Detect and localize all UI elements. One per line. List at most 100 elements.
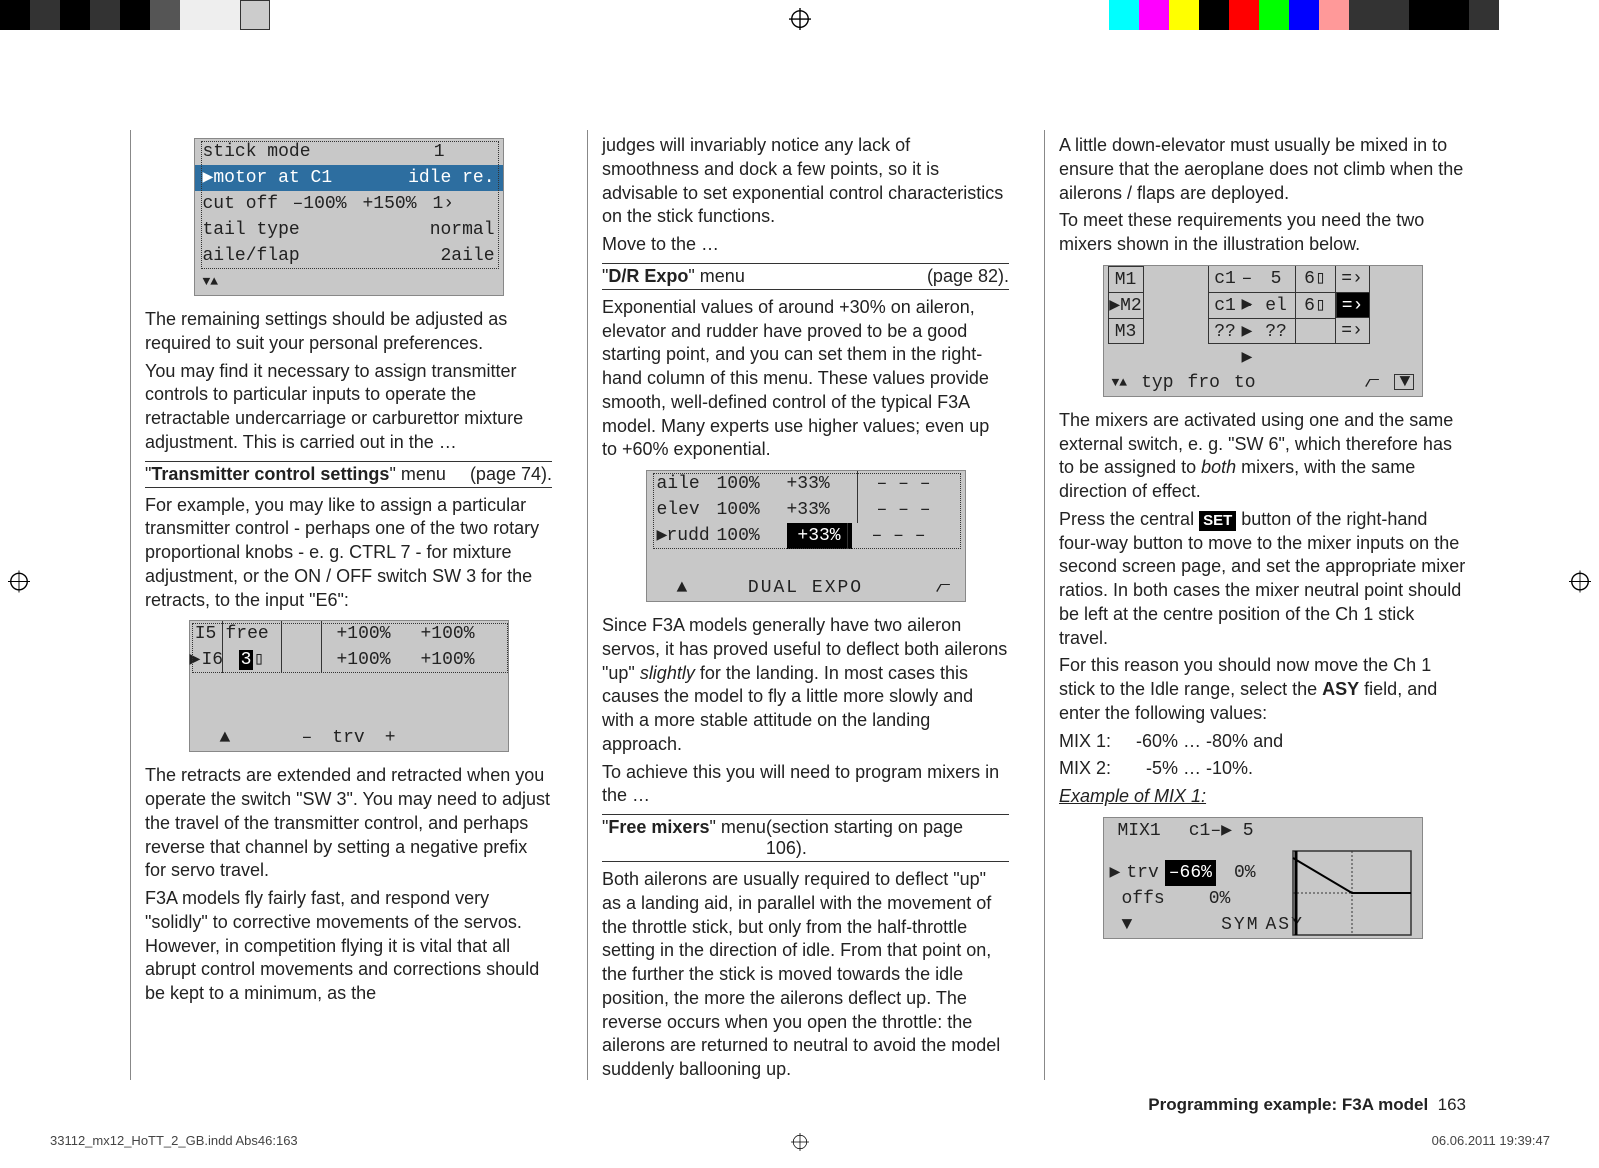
lcd-cell: – – – (872, 523, 926, 549)
body-text: To meet these requirements you need the … (1059, 209, 1466, 257)
lcd-cell: I6 (202, 647, 222, 673)
lcd-cell: –66% (1165, 860, 1216, 886)
lcd-cell: M3 (1108, 318, 1144, 344)
lcd-cell: +100% (406, 647, 490, 673)
body-text: F3A models fly fairly fast, and respond … (145, 887, 552, 1006)
lcd-cell: 0% (1209, 886, 1231, 912)
pointer-icon: ▶ (190, 647, 202, 673)
lcd-cell: ?? (1208, 318, 1242, 344)
lcd-cell: 100% (717, 471, 787, 497)
body-text: You may find it necessary to assign tran… (145, 360, 552, 455)
nav-arrows-icon: ▼▲ (203, 269, 219, 295)
menu-reference-line: "Free mixers" menu (section starting on … (602, 814, 1009, 862)
page-reference: (section starting on page 106). (766, 817, 1009, 859)
curve-icon: ⦧ (936, 575, 953, 601)
lcd-cell: el (1258, 292, 1296, 318)
lcd-cell: M1 (1108, 266, 1144, 292)
lcd-cell: +100% (322, 621, 406, 647)
menu-name: "Free mixers" menu (602, 817, 766, 859)
lcd-label: tail type (203, 217, 430, 243)
body-text: The remaining settings should be adjuste… (145, 308, 552, 356)
body-text: Since F3A models generally have two aile… (602, 614, 1009, 757)
lcd-footer: + (385, 725, 396, 751)
mix-value-line: MIX 2: -5% … -10%. (1059, 757, 1466, 781)
lcd-value: normal (430, 217, 495, 243)
lcd-free-mixers: M1 c1 –▶ 5 6▯ =› ▶M2 c1 –▶ el 6▯ =› M3 ?… (1103, 265, 1423, 397)
nav-arrows-icon: ▼▲ (1112, 370, 1128, 396)
indesign-filename: 33112_mx12_HoTT_2_GB.indd Abs46:163 (50, 1133, 298, 1148)
column-1: stick mode1 ▶motor at C1idle re. cut off… (130, 130, 552, 1080)
menu-name: "D/R Expo" menu (602, 266, 745, 287)
lcd-cell: trv (1126, 860, 1158, 886)
lcd-cell: =› (1336, 318, 1370, 344)
arrow-icon: –▶ (1242, 292, 1258, 318)
lcd-value: idle re. (408, 165, 494, 191)
down-arrow-icon: ▼ (1122, 912, 1133, 938)
arrow-icon: –▶ (1242, 266, 1258, 292)
lcd-footer: trv (332, 725, 364, 751)
lcd-value: +150% (363, 191, 433, 217)
example-heading: Example of MIX 1: (1059, 785, 1466, 809)
lcd-label: aile/flap (203, 243, 441, 269)
lcd-cell (282, 621, 322, 647)
pointer-icon: ▶ (657, 523, 667, 549)
print-meta-bar: 33112_mx12_HoTT_2_GB.indd Abs46:163 06.0… (50, 1133, 1550, 1148)
print-color-bar-right (1109, 0, 1499, 30)
up-arrow-icon: ▲ (677, 575, 690, 601)
lcd-cell: 6▯ (1296, 266, 1336, 292)
pointer-icon: ▶ (203, 165, 214, 191)
curve-icon: ⦧ (1365, 370, 1380, 396)
lcd-cell (1296, 318, 1336, 344)
lcd-footer: – (301, 725, 312, 751)
lcd-footer: typ (1141, 370, 1173, 396)
menu-reference-line: "Transmitter control settings" menu (pag… (145, 461, 552, 488)
body-text: Move to the … (602, 233, 1009, 257)
lcd-cell: I5 (190, 621, 222, 647)
lcd-cell: +33% (787, 497, 857, 523)
lcd-footer: to (1234, 370, 1256, 396)
lcd-cell: c1 (1208, 292, 1242, 318)
lcd-cell: MIX1 (1118, 818, 1161, 844)
lcd-cell: – – – (877, 471, 931, 497)
lcd-value: –100% (293, 191, 363, 217)
lcd-footer: DUAL EXPO (748, 575, 863, 601)
lcd-cell: =› (1336, 266, 1370, 292)
lcd-cell: 100% (717, 497, 787, 523)
lcd-cell: 5 (1258, 266, 1296, 292)
lcd-value: 2aile (440, 243, 494, 269)
lcd-cell: +100% (406, 621, 490, 647)
column-3: A little down-elevator must usually be m… (1044, 130, 1466, 1080)
up-arrow-icon: ▲ (220, 725, 231, 751)
print-timestamp: 06.06.2011 19:39:47 (1432, 1133, 1550, 1148)
lcd-cell: c1 (1208, 266, 1242, 292)
lcd-cell: +33% (787, 523, 852, 549)
lcd-cell: +33% (787, 471, 857, 497)
page-footer: Programming example: F3A model 163 (1148, 1095, 1466, 1115)
page-reference: (page 82). (927, 266, 1009, 287)
body-text: A little down-elevator must usually be m… (1059, 134, 1466, 205)
body-text: For example, you may like to assign a pa… (145, 494, 552, 613)
registration-mark-left (8, 571, 30, 598)
lcd-cell: 100% (717, 523, 787, 549)
body-text: Both ailerons are usually required to de… (602, 868, 1009, 1082)
lcd-cell: 0% (1234, 860, 1256, 886)
lcd-cell: +100% (322, 647, 406, 673)
lcd-cell: free (222, 621, 282, 647)
lcd-footer: fro (1188, 370, 1220, 396)
body-text: judges will invariably notice any lack o… (602, 134, 1009, 229)
column-2: judges will invariably notice any lack o… (587, 130, 1009, 1080)
lcd-cell: 6▯ (1296, 292, 1336, 318)
body-text: The mixers are activated using one and t… (1059, 409, 1466, 504)
lcd-label: motor at C1 (213, 165, 408, 191)
body-text: For this reason you should now move the … (1059, 654, 1466, 725)
mix-value-line: MIX 1: -60% … -80% and (1059, 730, 1466, 754)
arrow-icon: –▶ (1242, 318, 1258, 344)
body-text: Exponential values of around +30% on ail… (602, 296, 1009, 462)
lcd-cell: aile (657, 471, 717, 497)
lcd-label: cut off (203, 191, 293, 217)
lcd-cell: 3▯ (222, 647, 282, 673)
print-color-bar-left (0, 0, 270, 30)
body-text: Press the central SET button of the righ… (1059, 508, 1466, 651)
registration-mark-right (1569, 571, 1591, 598)
lcd-value: 1› (433, 191, 455, 217)
